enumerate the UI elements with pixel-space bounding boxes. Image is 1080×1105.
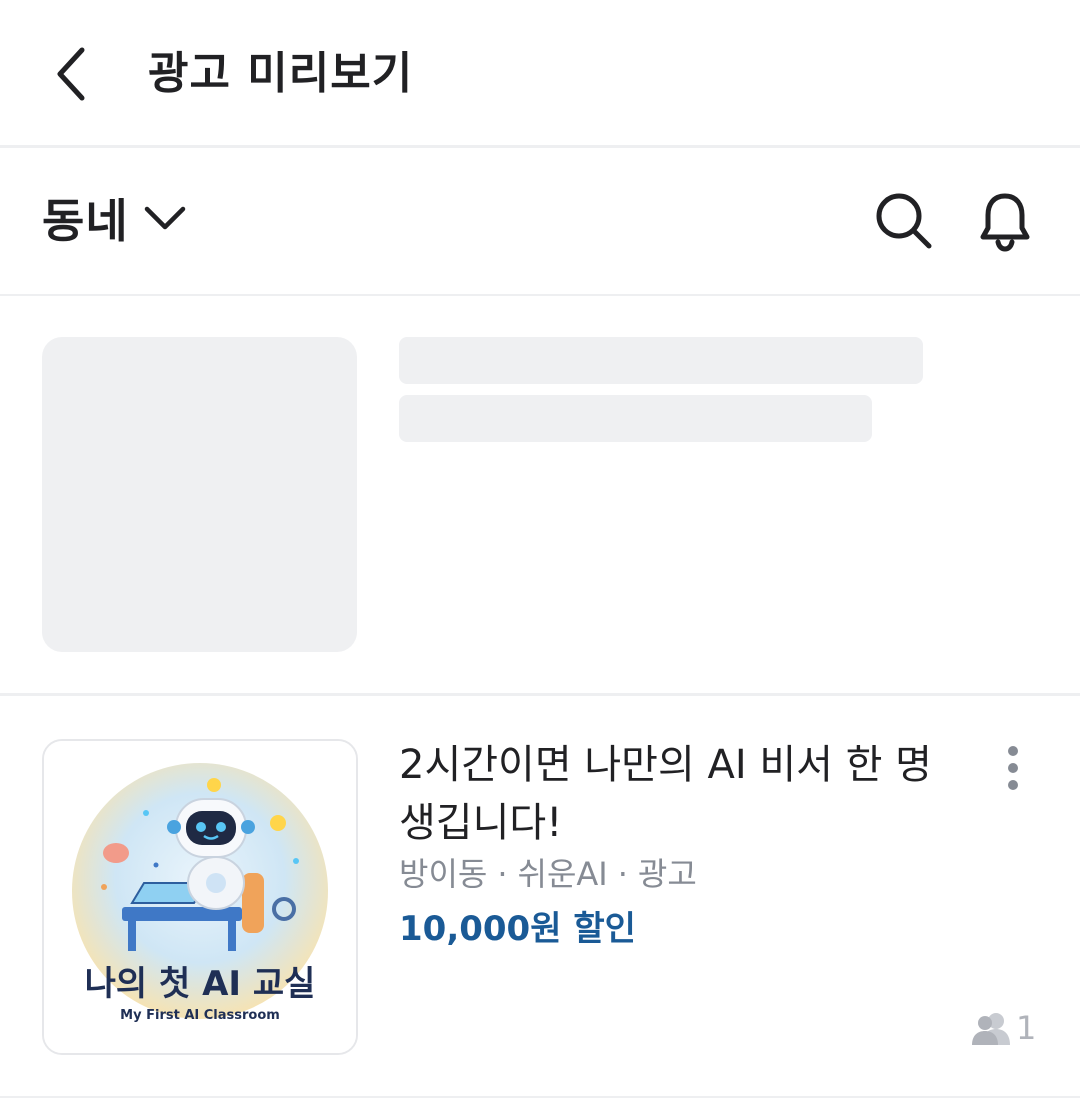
ad-badge: 광고 bbox=[637, 855, 697, 893]
thumbnail-subtitle: My First AI Classroom bbox=[120, 1008, 280, 1023]
participants-number: 1 bbox=[1016, 1009, 1037, 1047]
search-icon bbox=[876, 193, 932, 249]
chevron-left-icon bbox=[57, 47, 85, 101]
page-title: 광고 미리보기 bbox=[148, 48, 414, 99]
placeholder-line bbox=[399, 395, 872, 442]
chevron-down-icon bbox=[143, 204, 187, 232]
placeholder-line bbox=[399, 337, 923, 384]
ad-discount: 10,000원 할인 bbox=[399, 909, 636, 949]
meta-separator: · bbox=[617, 855, 628, 893]
search-button[interactable] bbox=[868, 184, 938, 256]
loading-placeholder-card bbox=[0, 296, 1080, 696]
back-button[interactable] bbox=[40, 38, 104, 110]
top-app-bar: 광고 미리보기 bbox=[0, 0, 1080, 148]
ad-location: 방이동 bbox=[399, 855, 488, 893]
ad-seller: 쉬운AI bbox=[517, 855, 608, 893]
thumbnail-title: 나의 첫 AI 교실 bbox=[85, 964, 316, 1004]
region-selector[interactable]: 동네 bbox=[42, 182, 187, 254]
ad-meta: 방이동 · 쉬운AI · 광고 bbox=[399, 852, 697, 896]
home-nav-bar: 동네 bbox=[0, 148, 1080, 296]
people-icon bbox=[972, 1013, 1010, 1045]
placeholder-thumbnail bbox=[42, 337, 357, 652]
region-label: 동네 bbox=[42, 194, 129, 248]
bell-icon bbox=[980, 193, 1030, 252]
notification-button[interactable] bbox=[970, 184, 1040, 256]
more-vertical-icon bbox=[1008, 746, 1018, 790]
more-options-button[interactable] bbox=[988, 738, 1038, 798]
meta-separator: · bbox=[497, 855, 508, 893]
ad-title: 2시간이면 나만의 AI 비서 한 명 생깁니다! bbox=[399, 742, 932, 846]
participants-count: 1 bbox=[972, 1008, 1036, 1048]
ad-listing-card[interactable]: 나의 첫 AI 교실 My First AI Classroom 2시간이면 나… bbox=[0, 696, 1080, 1098]
ad-thumbnail: 나의 첫 AI 교실 My First AI Classroom bbox=[42, 739, 358, 1055]
